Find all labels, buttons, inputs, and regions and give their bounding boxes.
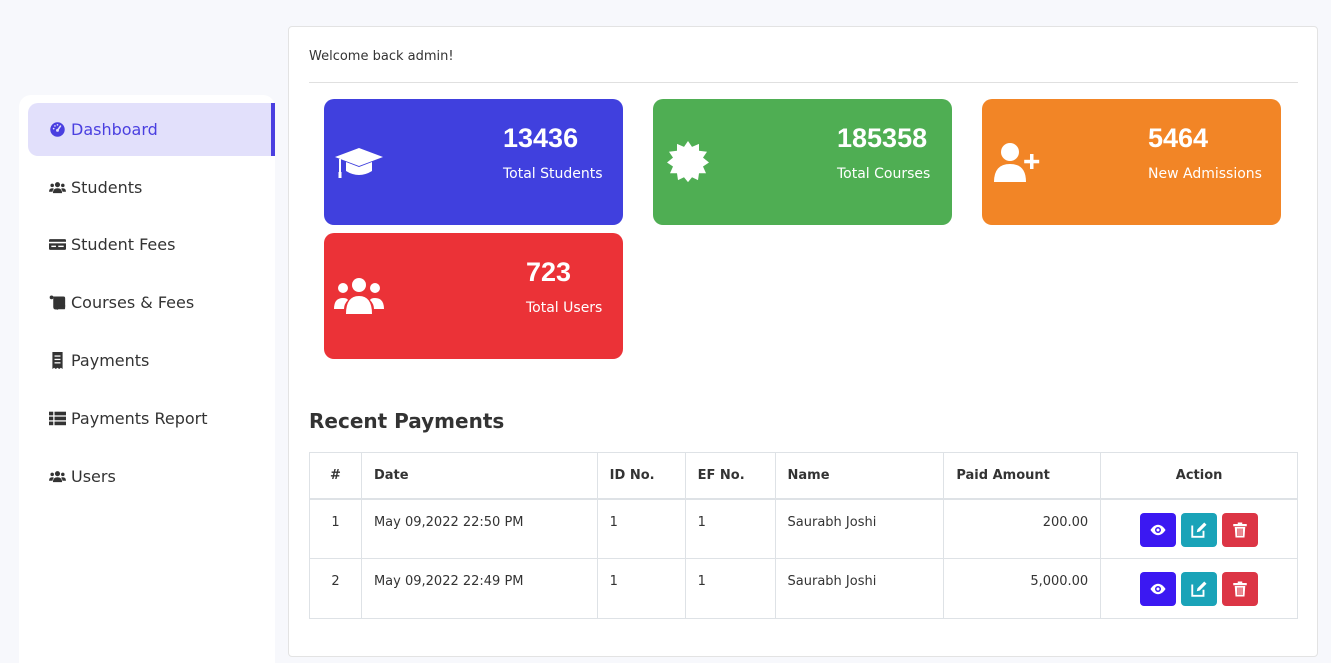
column-header: ID No.: [596, 452, 686, 499]
column-header: EF No.: [684, 452, 776, 499]
welcome-message: Welcome back admin!: [309, 49, 454, 64]
column-header: Paid Amount: [943, 452, 1102, 499]
sidebar-item-dashboard[interactable]: Dashboard: [28, 103, 275, 156]
payments-table: # Date ID No. EF No. Name Paid Amount Ac…: [309, 452, 1298, 619]
users-icon: [47, 468, 67, 486]
money-bill-icon: [47, 236, 67, 254]
sidebar-item-payments-report[interactable]: Payments Report: [28, 392, 275, 445]
id-no: 1: [596, 558, 686, 619]
table-header-row: # Date ID No. EF No. Name Paid Amount Ac…: [309, 452, 1298, 499]
section-title: Recent Payments: [309, 409, 505, 433]
sidebar-item-label: Users: [71, 467, 116, 486]
table-row: 1 May 09,2022 22:50 PM 1 1 Saurabh Joshi…: [309, 498, 1298, 559]
row-number: 2: [309, 558, 362, 619]
sidebar-item-users[interactable]: Users: [28, 450, 275, 503]
table-list-icon: [47, 410, 67, 428]
user-plus-icon: [991, 139, 1043, 185]
row-number: 1: [309, 498, 362, 559]
eye-icon: [1150, 524, 1166, 535]
sidebar-item-payments[interactable]: Payments: [28, 334, 275, 387]
stat-card-new-admissions[interactable]: 5464 New Admissions: [982, 99, 1281, 225]
eye-icon: [1150, 583, 1166, 595]
stat-value: 723: [526, 257, 572, 287]
stat-value: 13436: [503, 123, 579, 153]
edit-button[interactable]: [1181, 512, 1218, 547]
sidebar-item-courses-fees[interactable]: Courses & Fees: [28, 276, 275, 329]
sidebar-item-label: Courses & Fees: [71, 293, 195, 312]
trash-icon: [1233, 522, 1247, 537]
paid-amount: 200.00: [943, 498, 1102, 559]
sidebar-item-label: Payments Report: [71, 409, 208, 428]
sidebar-item-label: Payments: [71, 351, 150, 370]
graduation-cap-icon: [333, 139, 385, 185]
column-header: Name: [774, 452, 945, 499]
column-header: #: [309, 452, 362, 499]
divider: [309, 82, 1298, 83]
stat-card-total-students[interactable]: 13436 Total Students: [324, 99, 623, 225]
sidebar-item-student-fees[interactable]: Student Fees: [28, 218, 275, 271]
trash-icon: [1233, 581, 1247, 597]
edit-button[interactable]: [1181, 572, 1218, 606]
stat-card-total-courses[interactable]: 185358 Total Courses: [653, 99, 952, 225]
edit-icon: [1191, 522, 1207, 538]
sidebar-item-label: Dashboard: [71, 120, 158, 139]
delete-button[interactable]: [1222, 512, 1259, 547]
sidebar-item-label: Students: [71, 178, 143, 197]
stat-label: Total Courses: [837, 166, 931, 182]
row-actions: [1100, 498, 1298, 559]
paid-amount: 5,000.00: [943, 558, 1102, 619]
stat-value: 185358: [837, 123, 928, 153]
scroll-icon: [47, 294, 67, 312]
stat-value: 5464: [1148, 123, 1209, 153]
users-icon: [333, 273, 385, 319]
gauge-icon: [47, 121, 67, 139]
stat-label: Total Users: [526, 300, 603, 316]
receipt-icon: [47, 352, 67, 370]
stat-label: New Admissions: [1148, 166, 1262, 182]
student-name: Saurabh Joshi: [774, 498, 945, 559]
column-header: Action: [1100, 452, 1298, 499]
edit-icon: [1191, 581, 1207, 597]
sidebar-item-label: Student Fees: [71, 235, 176, 254]
sidebar: Dashboard Students Student Fees Courses …: [19, 95, 275, 663]
student-name: Saurabh Joshi: [774, 558, 945, 619]
stat-label: Total Students: [503, 166, 603, 182]
ef-no: 1: [684, 498, 776, 559]
row-actions: [1100, 558, 1298, 619]
view-button[interactable]: [1139, 512, 1176, 547]
delete-button[interactable]: [1222, 572, 1259, 606]
certificate-icon: [662, 139, 714, 185]
users-icon: [47, 179, 67, 197]
table-row: 2 May 09,2022 22:49 PM 1 1 Saurabh Joshi…: [309, 558, 1298, 619]
id-no: 1: [596, 498, 686, 559]
ef-no: 1: [684, 558, 776, 619]
column-header: Date: [360, 452, 598, 499]
payment-date: May 09,2022 22:50 PM: [360, 498, 598, 559]
main-content: Welcome back admin! 13436 Total Students…: [288, 26, 1318, 657]
stat-card-total-users[interactable]: 723 Total Users: [324, 233, 623, 359]
sidebar-item-students[interactable]: Students: [28, 161, 275, 214]
payment-date: May 09,2022 22:49 PM: [360, 558, 598, 619]
view-button[interactable]: [1139, 572, 1176, 606]
